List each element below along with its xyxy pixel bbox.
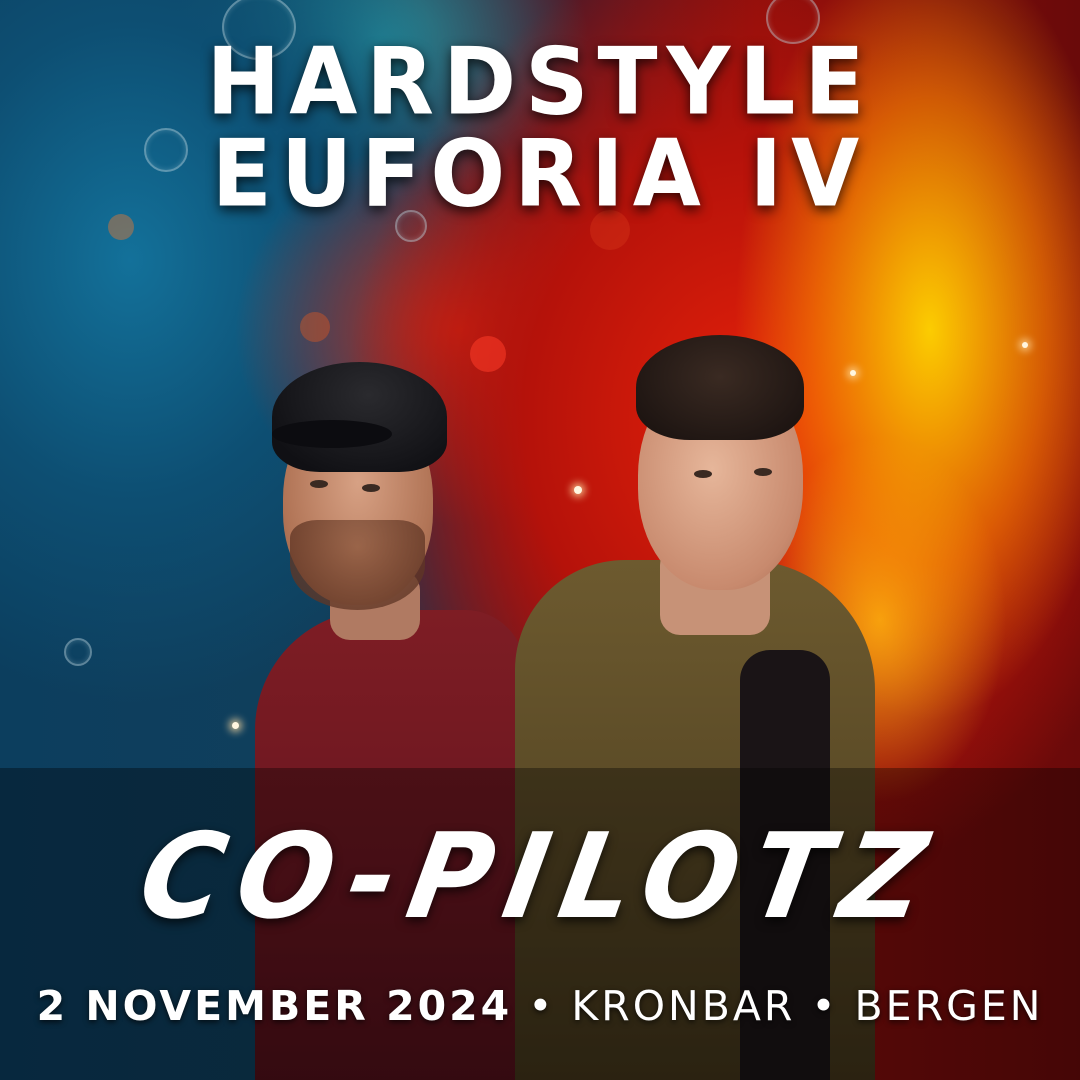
bokeh-orb xyxy=(470,336,506,372)
event-title: HARDSTYLE EUFORIA IV xyxy=(0,27,1080,228)
artist-right-eye xyxy=(754,468,772,476)
artist-right-hair xyxy=(636,335,804,440)
spark xyxy=(232,722,239,729)
title-line-1: HARDSTYLE xyxy=(206,27,874,136)
spark xyxy=(850,370,856,376)
artist-left-cap-brim xyxy=(272,420,392,448)
event-venue: KRONBAR xyxy=(571,982,796,1030)
artist-right-eye xyxy=(694,470,712,478)
event-city: BERGEN xyxy=(854,982,1044,1030)
title-line-2: EUFORIA IV xyxy=(211,119,869,228)
event-details: 2 NOVEMBER 2024 • KRONBAR • BERGEN xyxy=(0,982,1080,1030)
event-date: 2 NOVEMBER 2024 xyxy=(36,982,513,1030)
bokeh-orb xyxy=(300,312,330,342)
spark xyxy=(574,486,582,494)
spark xyxy=(1022,342,1028,348)
separator-dot: • xyxy=(811,982,839,1030)
artist-name: CO-PILOTZ xyxy=(129,808,950,946)
artist-left-eye xyxy=(362,484,380,492)
artist-left-beard xyxy=(290,520,425,610)
event-poster: HARDSTYLE EUFORIA IV CO-PILOTZ 2 NOVEMBE… xyxy=(0,0,1080,1080)
artist-left-eye xyxy=(310,480,328,488)
bubble-decoration xyxy=(64,638,92,666)
artist-left-cap xyxy=(272,362,447,472)
separator-dot: • xyxy=(528,982,556,1030)
